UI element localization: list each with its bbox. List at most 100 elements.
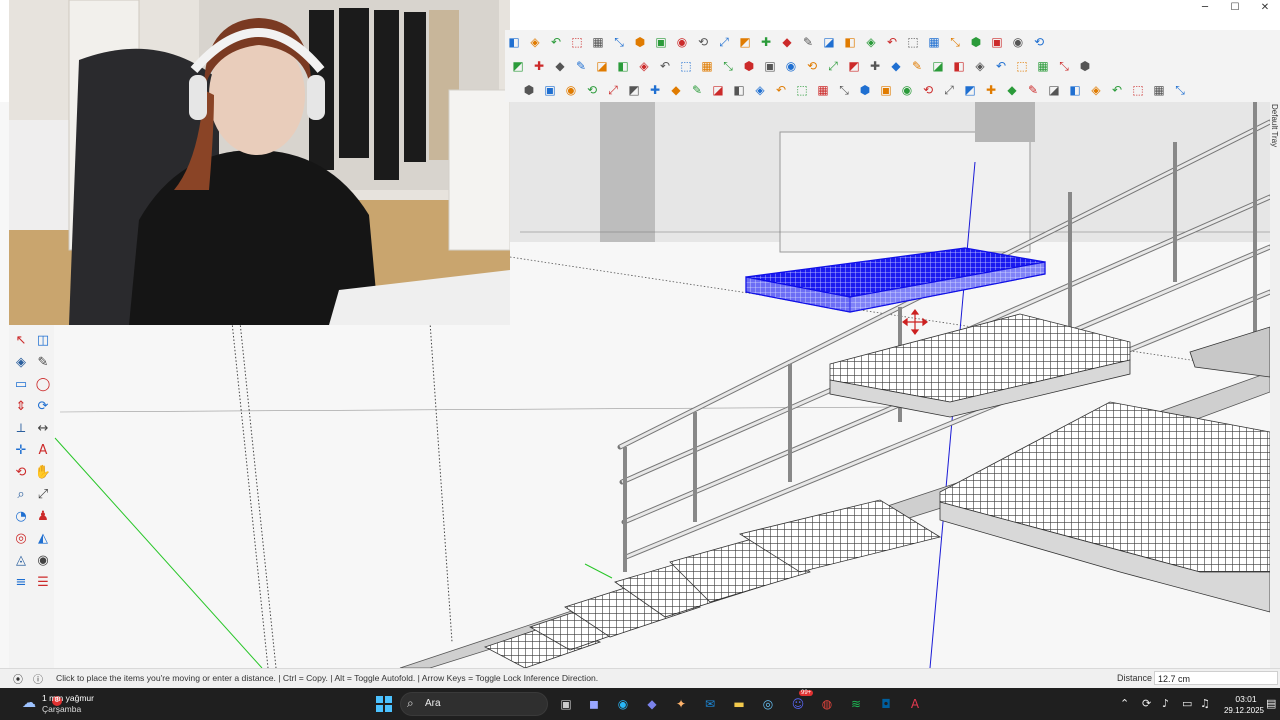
layers-icon[interactable]: ≡ [12,573,30,591]
curve-icon[interactable]: ⟲ [583,81,601,99]
loft-icon[interactable]: ◧ [1066,81,1084,99]
info-icon[interactable]: ⓘ [32,672,44,686]
network-icon[interactable]: ▭ [1182,697,1192,710]
align-icon[interactable]: ⤢ [940,81,958,99]
paint-icon[interactable]: ⤡ [719,57,737,75]
styles-icon[interactable]: ◈ [526,33,544,51]
fold-icon[interactable]: ↶ [992,57,1010,75]
axes-icon[interactable]: ✛ [12,441,30,459]
offset-icon[interactable]: ◈ [751,81,769,99]
eraser-icon[interactable]: ◫ [34,331,52,349]
sandbox-icon[interactable]: ◬ [12,551,30,569]
spotify-icon[interactable]: ≋ [846,694,866,714]
hidden-line-icon[interactable]: ⟲ [694,33,712,51]
arc-icon[interactable]: ◩ [625,81,643,99]
pencil-icon[interactable]: ✎ [34,353,52,371]
select-icon[interactable]: ↖ [12,331,30,349]
pen-icon[interactable]: ◉ [562,81,580,99]
extrude-icon[interactable]: ↶ [1108,81,1126,99]
default-tray-tab[interactable]: Default Tray [1270,102,1280,668]
array2-icon[interactable]: ✎ [1024,81,1042,99]
store-icon[interactable]: ◼ [584,694,604,714]
paint-bucket-icon[interactable]: ◈ [12,353,30,371]
panel-icon[interactable]: ⤢ [824,57,842,75]
walk-icon[interactable]: ◧ [505,33,523,51]
hatch-icon[interactable]: ◆ [887,57,905,75]
array-icon[interactable]: ▣ [761,57,779,75]
bezier-icon[interactable]: ⬢ [520,81,538,99]
zigzag-icon[interactable]: ◧ [730,81,748,99]
wireframe-icon[interactable]: ◉ [673,33,691,51]
outliner-icon[interactable]: ☰ [34,573,52,591]
ellipse-icon[interactable]: ◉ [898,81,916,99]
pan-icon[interactable]: ✋ [34,463,52,481]
clock-time[interactable]: 03:01 [1226,694,1266,704]
task-view-icon[interactable]: ▣ [556,694,576,714]
cube-icon[interactable]: ◉ [1009,33,1027,51]
geo-location-icon[interactable]: ⦿ [12,672,24,686]
bend-icon[interactable]: ◪ [709,81,727,99]
look-around-icon[interactable]: ◔ [12,507,30,525]
orbit-icon[interactable]: ↶ [547,33,565,51]
back-edges-icon[interactable]: ▣ [652,33,670,51]
textured-icon[interactable]: ◩ [736,33,754,51]
zoom-extents-icon[interactable]: ⤢ [34,485,52,503]
explode-icon[interactable]: ⬢ [740,57,758,75]
top-view-icon[interactable]: ✎ [799,33,817,51]
teams-icon[interactable]: ◆ [642,694,662,714]
clock-date[interactable]: 29.12.2025 [1218,706,1270,715]
project-icon[interactable]: ⤡ [1171,81,1189,99]
circle-dash-icon[interactable]: ◪ [929,57,947,75]
camera-icon[interactable]: ⬚ [904,33,922,51]
chamfer-icon[interactable]: ⬚ [793,81,811,99]
undo-icon[interactable]: ◈ [635,57,653,75]
sync-icon[interactable]: ⟳ [1142,697,1151,710]
new-icon[interactable]: ⬚ [568,33,586,51]
snap-icon[interactable]: ✎ [908,57,926,75]
join-icon[interactable]: ⬚ [1129,81,1147,99]
move-icon[interactable]: ◪ [593,57,611,75]
minimize-button[interactable]: ─ [1190,0,1220,14]
app-a-icon[interactable]: A [905,694,925,714]
stretch-icon[interactable]: ⬚ [1013,57,1031,75]
grid-icon[interactable]: ◉ [782,57,800,75]
file-explorer-icon[interactable]: ▬ [729,694,749,714]
push-pull-icon[interactable]: ⇕ [12,397,30,415]
cone-icon[interactable]: ⟲ [919,81,937,99]
wall-icon[interactable]: ✚ [866,57,884,75]
orbit-icon[interactable]: ⟲ [12,463,30,481]
close-button[interactable]: ✕ [1250,0,1280,14]
scale-icon[interactable]: ◧ [950,57,968,75]
text-icon[interactable]: A [34,441,52,459]
right-view-icon[interactable]: ◧ [841,33,859,51]
user-icon[interactable]: ▦ [589,33,607,51]
spline-icon[interactable]: ▣ [541,81,559,99]
walk-icon[interactable]: ♟ [34,507,52,525]
steam-icon[interactable]: ◎ [758,694,778,714]
measurements-box[interactable]: 12.7 cm [1154,671,1278,685]
circle-icon[interactable]: ◯ [34,375,52,393]
distribute-icon[interactable]: ◩ [961,81,979,99]
layers-icon[interactable]: ▦ [925,33,943,51]
section-icon[interactable]: ⬢ [631,33,649,51]
component-icon[interactable]: ↶ [656,57,674,75]
monochrome-icon[interactable]: ✚ [757,33,775,51]
maximize-button[interactable]: ☐ [1220,0,1250,14]
bucket-icon[interactable]: ◧ [614,57,632,75]
dimension-icon[interactable]: ↔ [34,419,52,437]
mirror-icon[interactable]: ⬢ [1076,57,1094,75]
extension-icon[interactable]: ◆ [551,57,569,75]
rect-icon[interactable]: ✚ [646,81,664,99]
rotate-icon[interactable]: ✚ [530,57,548,75]
xray-icon[interactable]: ⤡ [610,33,628,51]
solid-icon[interactable]: ⬚ [677,57,695,75]
wrench-icon[interactable]: ▣ [877,81,895,99]
stamp-icon[interactable]: ◉ [34,551,52,569]
fillet-icon[interactable]: ↶ [772,81,790,99]
gear-icon[interactable]: ✎ [572,57,590,75]
split-icon[interactable]: ◈ [971,57,989,75]
copilot-icon[interactable]: ✦ [671,694,691,714]
group-icon[interactable]: ▦ [698,57,716,75]
box-icon[interactable]: ◩ [845,57,863,75]
cut-icon[interactable]: ▦ [1150,81,1168,99]
